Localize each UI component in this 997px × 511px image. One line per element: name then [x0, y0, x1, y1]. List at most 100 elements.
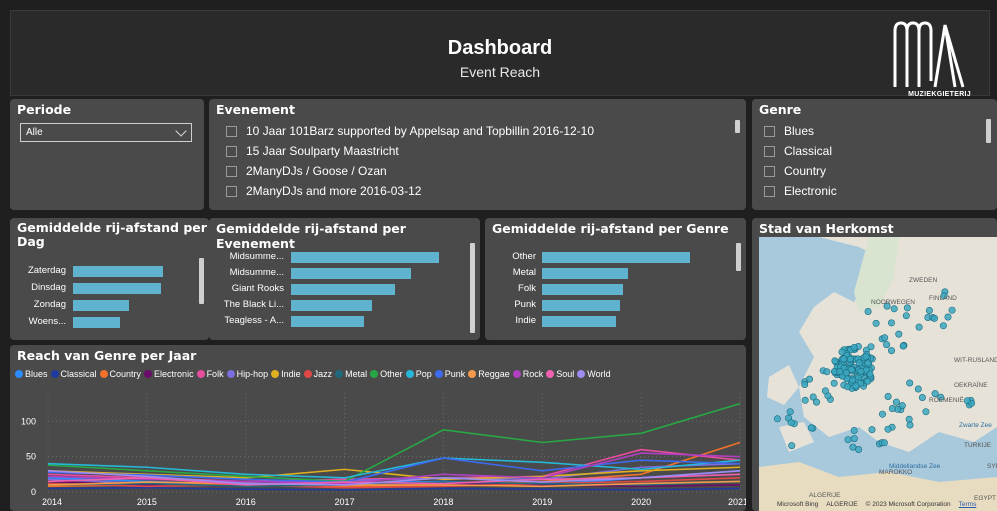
evenement-scrollbar[interactable] — [735, 120, 740, 133]
map-point[interactable] — [836, 367, 844, 375]
map-point[interactable] — [786, 408, 794, 416]
dag-scrollbar[interactable] — [199, 258, 204, 304]
map-point[interactable] — [939, 322, 947, 330]
map-point[interactable] — [879, 410, 887, 418]
map-point[interactable] — [844, 383, 852, 391]
map-point[interactable] — [864, 377, 872, 385]
map-point[interactable] — [849, 443, 857, 451]
checkbox[interactable] — [764, 185, 775, 197]
map-point[interactable] — [831, 357, 839, 365]
bar[interactable] — [291, 300, 372, 311]
bar[interactable] — [542, 252, 690, 263]
map-point[interactable] — [801, 381, 809, 389]
map-point[interactable] — [857, 368, 865, 376]
map-point[interactable] — [872, 319, 880, 327]
evenement-item[interactable]: 2ManyDJs / Goose / Ozan — [226, 161, 732, 181]
bar[interactable] — [291, 284, 395, 295]
checkbox[interactable] — [764, 145, 775, 157]
map-point[interactable] — [830, 379, 838, 387]
bar[interactable] — [542, 316, 616, 327]
map-point[interactable] — [884, 425, 892, 433]
map-point[interactable] — [902, 312, 910, 320]
checkbox[interactable] — [226, 125, 237, 137]
map-point[interactable] — [888, 319, 896, 327]
genre-item[interactable]: Classical — [764, 141, 983, 161]
map-point[interactable] — [906, 421, 914, 429]
map-point[interactable] — [867, 343, 875, 351]
map-point[interactable] — [850, 435, 858, 443]
map-point[interactable] — [925, 307, 933, 315]
checkbox[interactable] — [226, 145, 237, 157]
map-point[interactable] — [864, 359, 872, 367]
map-point[interactable] — [892, 398, 900, 406]
bar[interactable] — [542, 268, 628, 279]
checkbox[interactable] — [764, 125, 775, 137]
bar[interactable] — [73, 300, 129, 311]
evenement-item[interactable]: 15 Jaar Soulparty Maastricht — [226, 141, 732, 161]
genre-item[interactable]: Country — [764, 161, 983, 181]
bar[interactable] — [73, 283, 161, 294]
map-point[interactable] — [840, 355, 848, 363]
genre-chart-scrollbar[interactable] — [736, 243, 741, 271]
terms-link[interactable]: Terms — [959, 501, 977, 508]
bar[interactable] — [291, 252, 439, 263]
map-point[interactable] — [944, 313, 952, 321]
map-point[interactable] — [844, 436, 852, 444]
map-point[interactable] — [880, 439, 888, 447]
checkbox[interactable] — [226, 185, 237, 197]
map-point[interactable] — [805, 375, 813, 383]
map-point[interactable] — [850, 344, 858, 352]
checkbox[interactable] — [764, 165, 775, 177]
map-point[interactable] — [915, 323, 923, 331]
map-point[interactable] — [881, 334, 889, 342]
map-point[interactable] — [906, 379, 914, 387]
map-point[interactable] — [931, 314, 939, 322]
evenement-item[interactable]: 10 Jaar 101Barz supported by Appelsap an… — [226, 121, 732, 141]
series-line-classical[interactable] — [47, 486, 741, 491]
map-point[interactable] — [855, 359, 863, 367]
herkomst-map[interactable]: ZWEDEN NOORWEGEN FINLAND WIT-RUSLAND OEKRAÏN… — [759, 237, 997, 511]
map-point[interactable] — [899, 342, 907, 350]
bar[interactable] — [73, 317, 120, 328]
map-point[interactable] — [866, 370, 874, 378]
map-point[interactable] — [852, 382, 860, 390]
map-point[interactable] — [846, 355, 854, 363]
bar[interactable] — [542, 284, 623, 295]
map-point[interactable] — [922, 408, 930, 416]
map-point[interactable] — [850, 427, 858, 435]
map-point[interactable] — [801, 396, 809, 404]
map-point[interactable] — [948, 306, 956, 314]
map-point[interactable] — [914, 385, 922, 393]
bar[interactable] — [542, 300, 620, 311]
map-point[interactable] — [809, 393, 817, 401]
map-point[interactable] — [888, 347, 896, 355]
map-point[interactable] — [787, 419, 795, 427]
map-point[interactable] — [862, 353, 870, 361]
evenement-item[interactable]: 2ManyDJs and more 2016-03-12 — [226, 181, 732, 201]
map-point[interactable] — [918, 394, 926, 402]
evenement-chart-scrollbar[interactable] — [470, 243, 475, 333]
map-point[interactable] — [931, 390, 939, 398]
map-point[interactable] — [884, 393, 892, 401]
genre-item[interactable]: Electronic — [764, 181, 983, 201]
map-point[interactable] — [788, 442, 796, 450]
map-point[interactable] — [905, 415, 913, 423]
map-point[interactable] — [890, 305, 898, 313]
map-point[interactable] — [883, 341, 891, 349]
map-point[interactable] — [773, 415, 781, 423]
map-point[interactable] — [963, 397, 971, 405]
bar[interactable] — [291, 268, 411, 279]
map-point[interactable] — [895, 330, 903, 338]
genre-item[interactable]: Blues — [764, 121, 983, 141]
map-point[interactable] — [868, 426, 876, 434]
bar[interactable] — [291, 316, 364, 327]
map-point[interactable] — [864, 308, 872, 316]
map-point[interactable] — [823, 368, 831, 376]
periode-dropdown[interactable]: Alle — [20, 123, 192, 142]
checkbox[interactable] — [226, 165, 237, 177]
map-point[interactable] — [847, 366, 855, 374]
map-point[interactable] — [807, 424, 815, 432]
map-point[interactable] — [888, 405, 896, 413]
bar[interactable] — [73, 266, 163, 277]
map-point[interactable] — [821, 387, 829, 395]
